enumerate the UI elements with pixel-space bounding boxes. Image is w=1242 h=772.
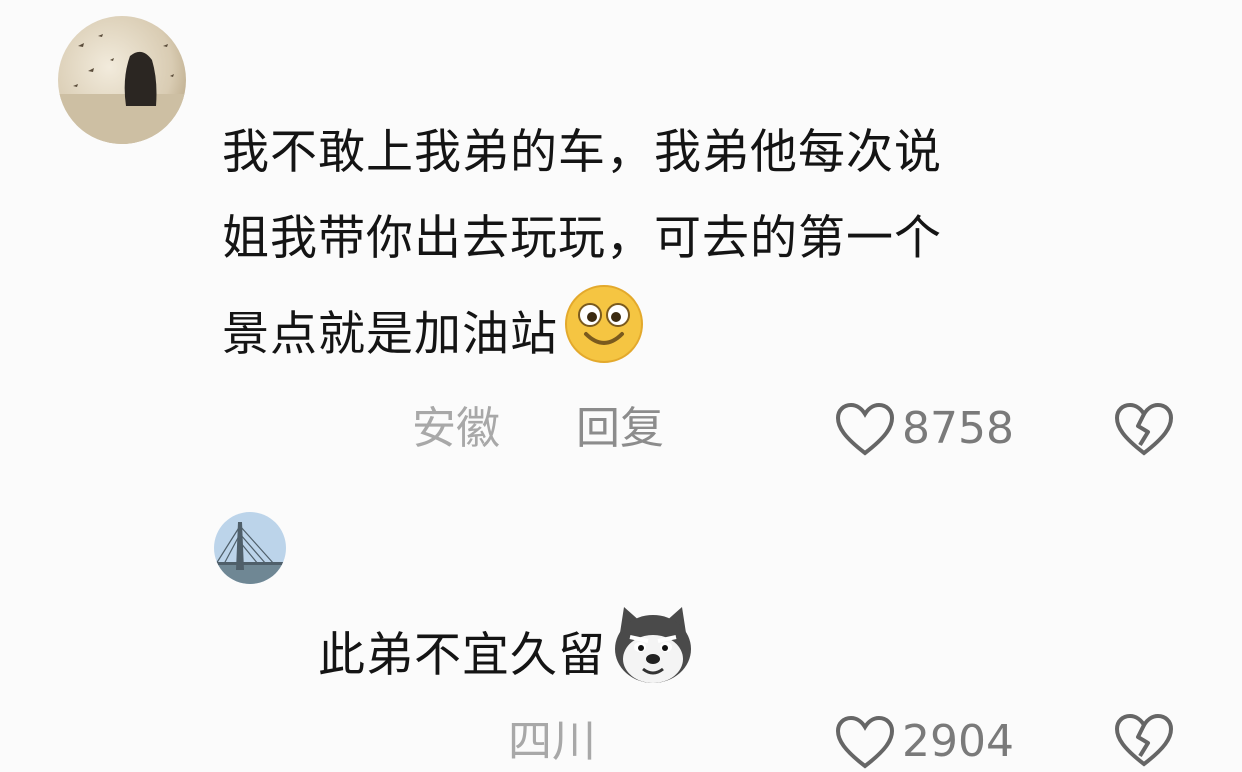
avatar[interactable] bbox=[58, 16, 186, 144]
like-count: 8758 bbox=[902, 403, 1014, 454]
husky-dog-emoji-icon bbox=[610, 603, 696, 715]
comment-line: 姐我带你出去玩玩，可去的第一个 bbox=[222, 211, 942, 266]
smiling-face-emoji-icon bbox=[562, 282, 646, 394]
heart-icon bbox=[835, 715, 895, 769]
like-count: 2904 bbox=[902, 716, 1014, 767]
comment-line: 此弟不宜久留 bbox=[318, 603, 1018, 715]
heart-icon bbox=[835, 402, 895, 456]
comment-line: 景点就是加油站 bbox=[222, 282, 1182, 394]
broken-heart-icon[interactable] bbox=[1112, 401, 1176, 457]
broken-heart-icon[interactable] bbox=[1112, 712, 1176, 768]
comment-text: 我不敢上我弟的车，我弟他每次说 姐我带你出去玩玩，可去的第一个 景点就是加油站 bbox=[222, 110, 1182, 394]
comment-line: 我不敢上我弟的车，我弟他每次说 bbox=[222, 125, 942, 180]
comment-text: 此弟不宜久留 bbox=[318, 603, 1018, 715]
location-label: 四川 bbox=[508, 716, 596, 767]
reply-button[interactable]: 回复 bbox=[576, 399, 664, 459]
like-button[interactable]: 2904 bbox=[834, 712, 1014, 772]
avatar[interactable] bbox=[214, 512, 286, 584]
location-label: 安徽 bbox=[412, 403, 500, 454]
like-button[interactable]: 8758 bbox=[834, 399, 1014, 459]
